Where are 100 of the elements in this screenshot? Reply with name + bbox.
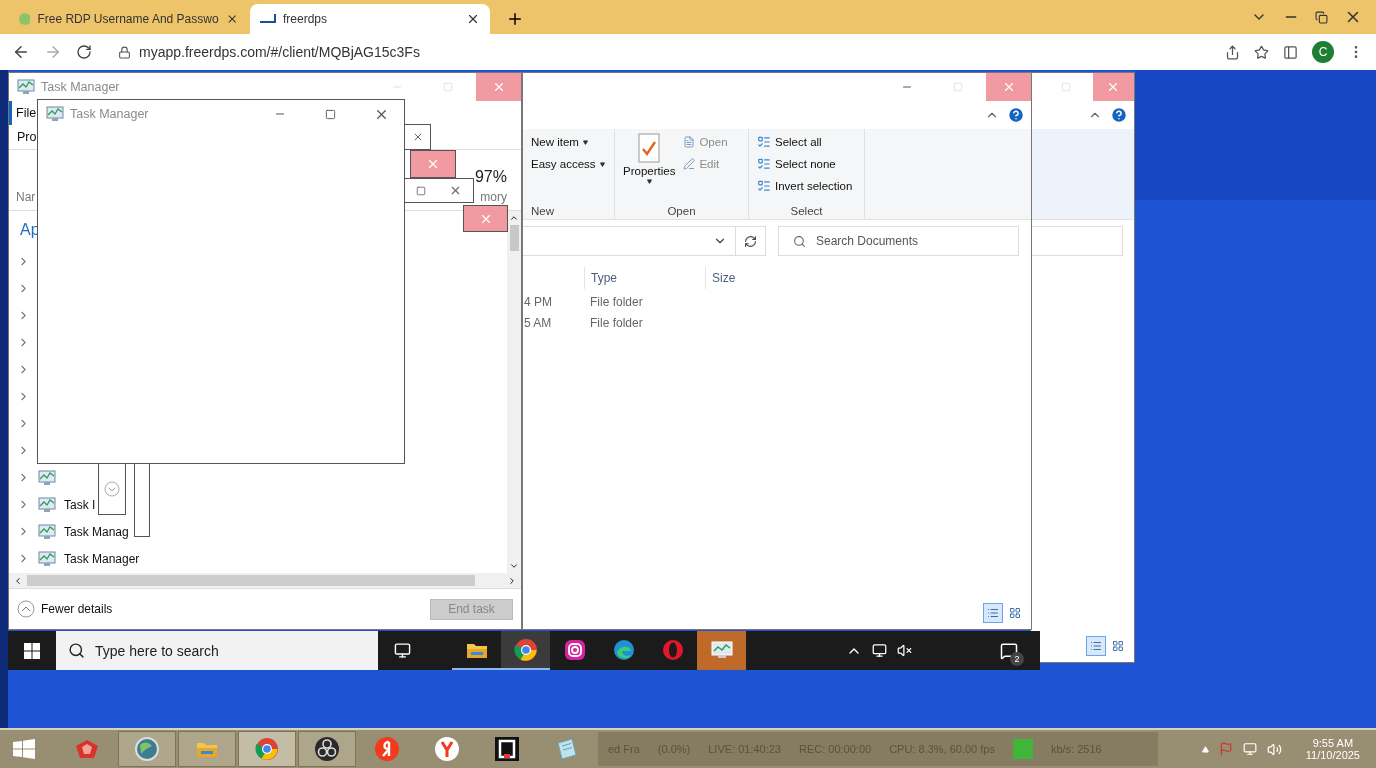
- search-icon: [793, 234, 806, 248]
- lock-icon: [118, 45, 131, 59]
- task-manager-icon: [38, 523, 56, 540]
- close-button[interactable]: [1092, 73, 1134, 101]
- obs-icon: [314, 736, 340, 762]
- task-manager-icon: [38, 550, 56, 567]
- table-cell-text: File folder: [590, 294, 644, 309]
- selection-icon: [757, 135, 771, 149]
- ribbon-button[interactable]: Select all: [757, 133, 856, 151]
- taskbar-app[interactable]: [501, 631, 550, 670]
- back-icon[interactable]: [12, 43, 30, 61]
- opera-icon: [661, 638, 684, 661]
- help-icon[interactable]: [1110, 106, 1128, 124]
- maximize-icon[interactable]: [325, 108, 336, 120]
- url-text: myapp.freerdps.com/#/client/MQBjAG15c3Fs: [139, 44, 420, 60]
- reload-icon[interactable]: [76, 44, 92, 60]
- new-tab-icon[interactable]: [506, 10, 524, 28]
- ribbon-button[interactable]: Select none: [757, 155, 856, 173]
- tiles-view-icon: [1009, 607, 1021, 619]
- edge-icon: [612, 638, 635, 661]
- address-field[interactable]: [523, 226, 766, 256]
- scrollbar-thumb[interactable]: [509, 225, 519, 251]
- app-icon: [494, 736, 520, 762]
- usage-percent: 97%: [474, 168, 507, 186]
- ribbon-button[interactable]: New item: [531, 133, 606, 151]
- address-bar[interactable]: myapp.freerdps.com/#/client/MQBjAG15c3Fs: [106, 38, 1211, 66]
- window-title: Task Manager: [70, 107, 150, 121]
- close-button[interactable]: [463, 205, 508, 232]
- network-icon[interactable]: [872, 643, 887, 658]
- caret-icon: [582, 139, 588, 145]
- checklist-icon: [637, 133, 662, 163]
- search-icon: [68, 642, 85, 659]
- column-header[interactable]: Type: [584, 267, 705, 289]
- volume-muted-icon[interactable]: [897, 643, 912, 658]
- fewer-details-button[interactable]: Fewer details: [17, 600, 113, 618]
- ribbon-button[interactable]: Easy access: [531, 155, 606, 173]
- table-cell-text: File folder: [590, 315, 644, 330]
- scroll-right-icon: [507, 575, 517, 586]
- task-view-icon: [393, 642, 411, 659]
- windows-icon: [24, 642, 40, 659]
- scroll-left-icon: [13, 575, 23, 586]
- document-icon: [683, 136, 696, 148]
- selection-icon: [757, 179, 771, 193]
- folder-icon: [196, 740, 218, 758]
- close-icon[interactable]: [466, 12, 480, 26]
- task-manager-icon: [46, 106, 64, 122]
- browser-tab[interactable]: freerdps: [250, 4, 490, 34]
- bookmark-icon[interactable]: [1254, 44, 1269, 60]
- scroll-down-icon: [509, 561, 519, 571]
- favicon-icon: [260, 14, 276, 24]
- globe-icon: [134, 736, 160, 762]
- tiles-view-icon: [1112, 640, 1124, 652]
- restore-icon[interactable]: [1315, 10, 1328, 24]
- side-panel-icon[interactable]: [1283, 44, 1298, 60]
- task-manager-icon: [38, 469, 56, 486]
- close-button[interactable]: [410, 150, 456, 178]
- status-indicator: [1012, 739, 1033, 759]
- details-view-icon: [987, 607, 999, 619]
- chrome-icon: [513, 637, 538, 662]
- properties-button[interactable]: Properties: [623, 133, 676, 205]
- task-manager-icon: [17, 79, 35, 95]
- profile-avatar[interactable]: C: [1312, 41, 1334, 63]
- expand-icon: [104, 481, 120, 497]
- help-icon[interactable]: [1007, 106, 1025, 124]
- app-icon: [74, 738, 100, 760]
- taskbar-app[interactable]: [298, 731, 356, 767]
- ribbon-button[interactable]: Invert selection: [757, 177, 856, 195]
- column-header[interactable]: mory: [480, 190, 507, 204]
- refresh-icon[interactable]: [744, 234, 757, 248]
- forward-icon[interactable]: [44, 43, 62, 61]
- task-manager-icon: [38, 496, 56, 513]
- view-button[interactable]: [983, 603, 1003, 623]
- volume-icon[interactable]: [1266, 741, 1282, 757]
- tab-title: Free RDP Username And Passwo: [37, 12, 219, 26]
- browser-tab[interactable]: Free RDP Username And Passwo: [8, 4, 248, 34]
- view-button[interactable]: [1086, 636, 1106, 656]
- message-icon: [1000, 641, 1018, 660]
- group-label: Select: [790, 205, 823, 217]
- search-field[interactable]: Type here to search: [56, 631, 378, 670]
- windows-icon: [13, 739, 35, 759]
- menu-item[interactable]: File: [12, 106, 37, 120]
- close-icon: [426, 157, 440, 171]
- scroll-up-icon: [509, 213, 519, 223]
- collapse-icon: [17, 600, 35, 618]
- search-field[interactable]: Search Documents: [778, 226, 1019, 256]
- column-header[interactable]: Nar: [16, 190, 36, 204]
- window-title: Task Manager: [41, 80, 121, 94]
- tab-title: freerdps: [283, 12, 329, 26]
- tab[interactable]: Pro: [17, 130, 37, 144]
- browser-icon: [374, 736, 400, 762]
- vertical-scrollbar[interactable]: [507, 211, 521, 573]
- notepad-icon: [554, 737, 580, 761]
- share-icon[interactable]: [1225, 44, 1240, 60]
- chrome-icon: [255, 737, 279, 761]
- horizontal-scrollbar[interactable]: [9, 573, 521, 588]
- column-header[interactable]: Size: [705, 267, 785, 289]
- caret-icon: [646, 179, 652, 184]
- notification-button[interactable]: 2: [994, 635, 1024, 666]
- group-label: Open: [667, 205, 696, 217]
- task-manager-icon: [710, 640, 733, 659]
